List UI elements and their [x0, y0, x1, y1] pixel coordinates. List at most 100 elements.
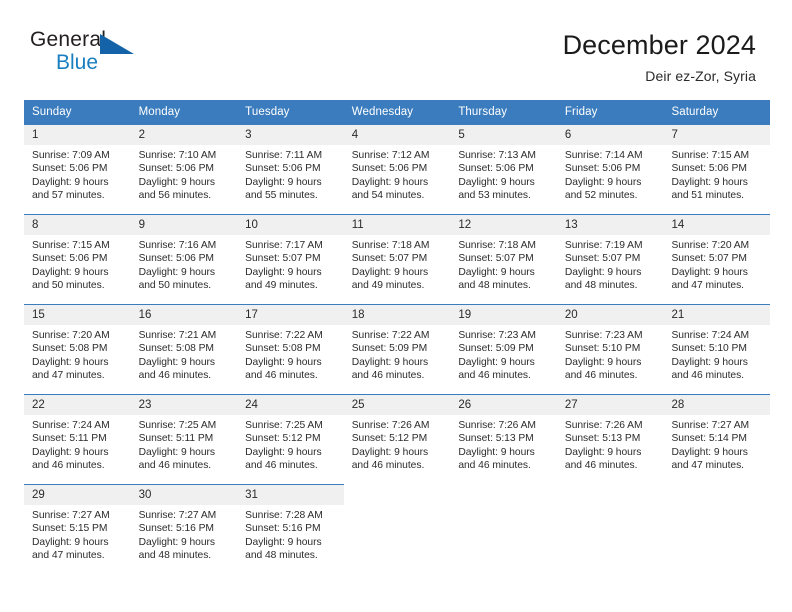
day-cell[interactable]: 3 Sunrise: 7:11 AM Sunset: 5:06 PM Daylight…	[237, 124, 344, 214]
day-details: Sunrise: 7:27 AM Sunset: 5:15 PM Daylight:…	[24, 505, 131, 562]
day-cell[interactable]: 12 Sunrise: 7:18 AM Sunset: 5:07 PM Dayligh…	[450, 214, 557, 304]
day-cell[interactable]: 16 Sunrise: 7:21 AM Sunset: 5:08 PM Dayligh…	[130, 304, 238, 394]
day-number: 26	[450, 395, 557, 415]
day-details: Sunrise: 7:22 AM Sunset: 5:08 PM Daylight:…	[237, 325, 344, 382]
sunrise-text: Sunrise: 7:10 AM	[138, 150, 217, 161]
day-details: Sunrise: 7:21 AM Sunset: 5:08 PM Daylight:…	[131, 325, 238, 382]
daylight-text: Daylight: 9 hours	[671, 176, 748, 188]
day-cell[interactable]: 19 Sunrise: 7:23 AM Sunset: 5:09 PM Dayligh…	[450, 304, 557, 394]
sunrise-text: Sunrise: 7:25 AM	[245, 420, 323, 431]
daylight-text: and 46 minutes.	[564, 459, 638, 471]
day-cell[interactable]: 20 Sunrise: 7:23 AM Sunset: 5:10 PM Dayligh…	[556, 304, 664, 394]
day-details: Sunrise: 7:23 AM Sunset: 5:09 PM Daylight:…	[450, 325, 557, 382]
day-cell[interactable]: 21 Sunrise: 7:24 AM Sunset: 5:10 PM Dayligh…	[663, 304, 771, 394]
day-details: Sunrise: 7:20 AM Sunset: 5:08 PM Daylight:…	[24, 325, 131, 382]
day-cell[interactable]: 26 Sunrise: 7:26 AM Sunset: 5:13 PM Dayligh…	[450, 394, 557, 484]
sunset-text: Sunset: 5:11 PM	[138, 433, 214, 445]
day-cell[interactable]: 11 Sunrise: 7:18 AM Sunset: 5:07 PM Dayligh…	[343, 214, 451, 304]
daylight-text: and 57 minutes.	[32, 189, 105, 201]
daylight-text: and 46 minutes.	[351, 459, 425, 471]
day-number: 28	[663, 395, 771, 415]
daylight-text: Daylight: 9 hours	[564, 446, 642, 458]
daylight-text: Daylight: 9 hours	[458, 266, 535, 278]
daylight-text: Daylight: 9 hours	[351, 446, 429, 458]
daylight-text: and 48 minutes.	[138, 549, 212, 561]
day-cell[interactable]: 28 Sunrise: 7:27 AM Sunset: 5:14 PM Dayligh…	[663, 394, 771, 484]
day-details: Sunrise: 7:18 AM Sunset: 5:07 PM Daylight:…	[450, 235, 557, 292]
sunrise-text: Sunrise: 7:15 AM	[671, 150, 750, 161]
day-details: Sunrise: 7:15 AM Sunset: 5:06 PM Daylight:…	[663, 145, 770, 202]
daylight-text: Daylight: 9 hours	[671, 266, 748, 278]
day-number: 10	[237, 215, 344, 235]
day-cell[interactable]: 7 Sunrise: 7:15 AM Sunset: 5:06 PM Daylight…	[663, 124, 771, 214]
day-number: 4	[343, 125, 451, 145]
day-cell[interactable]: 4 Sunrise: 7:12 AM Sunset: 5:06 PM Daylight…	[343, 124, 451, 214]
day-cell[interactable]: 18 Sunrise: 7:22 AM Sunset: 5:09 PM Dayligh…	[343, 304, 451, 394]
daylight-text: and 46 minutes.	[138, 459, 212, 471]
day-number: 9	[130, 215, 238, 235]
day-number: 6	[556, 125, 664, 145]
day-cell[interactable]: 27 Sunrise: 7:26 AM Sunset: 5:13 PM Dayligh…	[556, 394, 664, 484]
daylight-text: and 46 minutes.	[671, 369, 744, 381]
sunrise-text: Sunrise: 7:23 AM	[564, 330, 643, 341]
day-cell[interactable]: 23 Sunrise: 7:25 AM Sunset: 5:11 PM Dayligh…	[130, 394, 238, 484]
day-details: Sunrise: 7:25 AM Sunset: 5:12 PM Daylight:…	[237, 415, 344, 472]
daylight-text: and 46 minutes.	[351, 369, 425, 381]
day-cell[interactable]: 13 Sunrise: 7:19 AM Sunset: 5:07 PM Dayligh…	[556, 214, 664, 304]
day-cell[interactable]: 30 Sunrise: 7:27 AM Sunset: 5:16 PM Dayligh…	[130, 484, 238, 574]
day-cell[interactable]: 24 Sunrise: 7:25 AM Sunset: 5:12 PM Dayligh…	[237, 394, 344, 484]
general-blue-logo[interactable]: General Blue	[30, 28, 142, 84]
sunset-text: Sunset: 5:06 PM	[671, 163, 747, 175]
day-cell[interactable]: 22 Sunrise: 7:24 AM Sunset: 5:11 PM Dayligh…	[24, 394, 131, 484]
daylight-text: Daylight: 9 hours	[138, 446, 215, 458]
day-details: Sunrise: 7:22 AM Sunset: 5:09 PM Daylight:…	[344, 325, 451, 382]
day-cell-empty	[343, 484, 451, 574]
daylight-text: Daylight: 9 hours	[32, 266, 109, 278]
day-cell[interactable]: 15 Sunrise: 7:20 AM Sunset: 5:08 PM Dayligh…	[24, 304, 131, 394]
day-cell[interactable]: 29 Sunrise: 7:27 AM Sunset: 5:15 PM Dayligh…	[24, 484, 131, 574]
day-cell[interactable]: 10 Sunrise: 7:17 AM Sunset: 5:07 PM Dayligh…	[237, 214, 344, 304]
sunrise-text: Sunrise: 7:23 AM	[458, 330, 536, 341]
day-cell[interactable]: 6 Sunrise: 7:14 AM Sunset: 5:06 PM Daylight…	[556, 124, 664, 214]
sunrise-text: Sunrise: 7:14 AM	[564, 150, 643, 161]
day-cell[interactable]: 8 Sunrise: 7:15 AM Sunset: 5:06 PM Daylight…	[24, 214, 131, 304]
day-cell[interactable]: 5 Sunrise: 7:13 AM Sunset: 5:06 PM Daylight…	[450, 124, 557, 214]
weekday-thursday: Thursday	[458, 106, 508, 118]
day-number: 11	[343, 215, 451, 235]
weekday-friday: Friday	[564, 106, 598, 118]
day-details: Sunrise: 7:27 AM Sunset: 5:14 PM Daylight:…	[663, 415, 770, 472]
day-cell[interactable]: 31 Sunrise: 7:28 AM Sunset: 5:16 PM Dayligh…	[237, 484, 344, 574]
weekday-tuesday: Tuesday	[245, 106, 290, 118]
calendar-week-row: 29 Sunrise: 7:27 AM Sunset: 5:15 PM Dayligh…	[24, 484, 771, 574]
day-cell[interactable]: 25 Sunrise: 7:26 AM Sunset: 5:12 PM Dayligh…	[343, 394, 451, 484]
day-number: 3	[237, 125, 344, 145]
sunrise-text: Sunrise: 7:22 AM	[351, 330, 430, 341]
daylight-text: Daylight: 9 hours	[32, 446, 109, 458]
daylight-text: Daylight: 9 hours	[138, 356, 215, 368]
day-details: Sunrise: 7:10 AM Sunset: 5:06 PM Daylight:…	[131, 145, 238, 202]
day-number: 16	[130, 305, 238, 325]
daylight-text: and 56 minutes.	[138, 189, 212, 201]
day-number: 21	[663, 305, 771, 325]
calendar-week-row: 22 Sunrise: 7:24 AM Sunset: 5:11 PM Dayligh…	[24, 394, 771, 484]
day-details: Sunrise: 7:18 AM Sunset: 5:07 PM Daylight:…	[344, 235, 451, 292]
day-cell[interactable]: 14 Sunrise: 7:20 AM Sunset: 5:07 PM Dayligh…	[663, 214, 771, 304]
calendar-grid: Sunday Monday Tuesday Wednesday Thursday…	[24, 100, 771, 574]
day-cell[interactable]: 17 Sunrise: 7:22 AM Sunset: 5:08 PM Dayligh…	[237, 304, 344, 394]
daylight-text: Daylight: 9 hours	[564, 356, 642, 368]
sunset-text: Sunset: 5:10 PM	[564, 343, 641, 355]
sunset-text: Sunset: 5:07 PM	[564, 253, 641, 265]
sunrise-text: Sunrise: 7:24 AM	[32, 420, 110, 431]
day-cell[interactable]: 2 Sunrise: 7:10 AM Sunset: 5:06 PM Daylight…	[130, 124, 238, 214]
sunset-text: Sunset: 5:13 PM	[564, 433, 641, 445]
day-number: 17	[237, 305, 344, 325]
sunrise-text: Sunrise: 7:25 AM	[138, 420, 217, 431]
sunset-text: Sunset: 5:07 PM	[245, 253, 321, 265]
sunset-text: Sunset: 5:06 PM	[245, 163, 321, 175]
day-details: Sunrise: 7:26 AM Sunset: 5:13 PM Daylight:…	[450, 415, 557, 472]
daylight-text: and 46 minutes.	[32, 459, 105, 471]
day-number: 14	[663, 215, 771, 235]
day-cell[interactable]: 9 Sunrise: 7:16 AM Sunset: 5:06 PM Daylight…	[130, 214, 238, 304]
daylight-text: and 47 minutes.	[32, 549, 105, 561]
day-cell[interactable]: 1 Sunrise: 7:09 AM Sunset: 5:06 PM Daylight…	[24, 124, 131, 214]
